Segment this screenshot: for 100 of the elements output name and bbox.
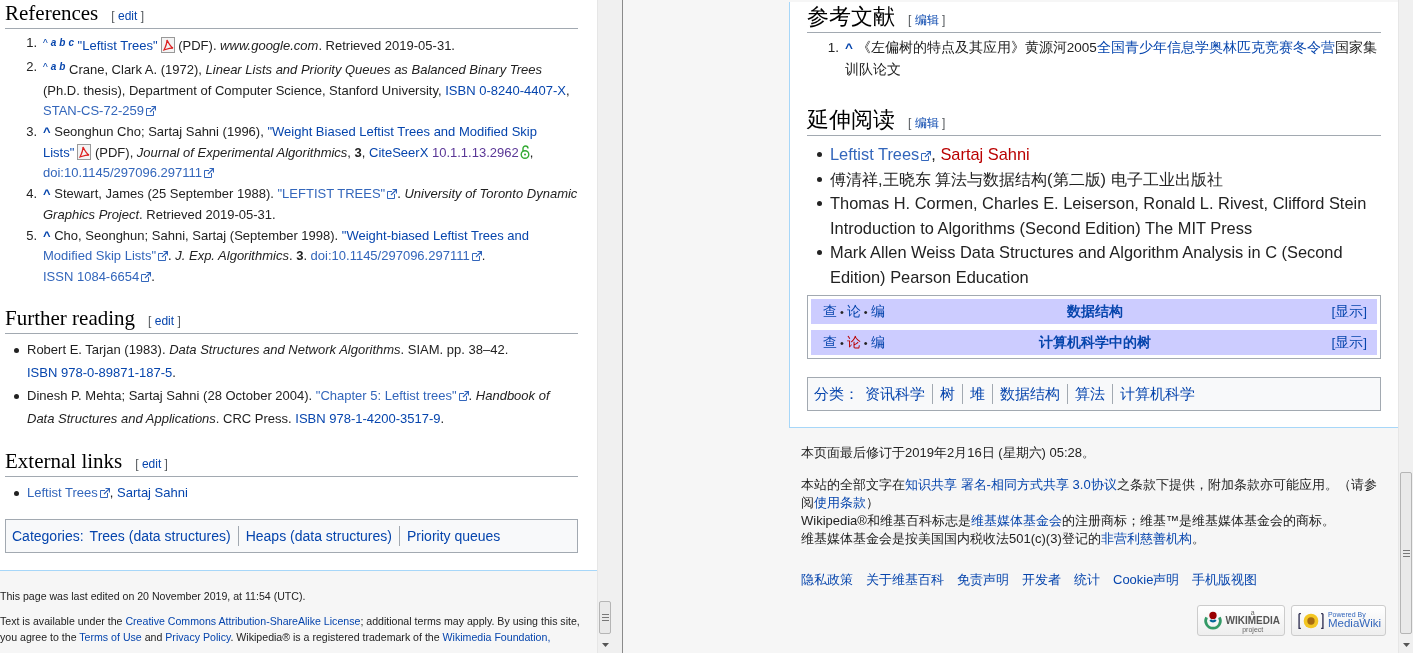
navbar-link[interactable]: 论 (846, 302, 861, 321)
navbar-link[interactable]: 论 (846, 333, 861, 352)
license-text: Text is available under the Creative Commons Attribution-ShareAlike License; additional terms may apply. By using this site, you agree to the Terms of Use and Privacy Policy. Wikipedia® is a registered trademark of the Wikimedia Foundation, (0, 613, 581, 645)
footer-link[interactable]: 手机版视图 (1192, 571, 1258, 589)
splitter-bar[interactable] (612, 0, 623, 653)
category-link[interactable]: Trees (data structures) (89, 525, 238, 546)
backlink-letter[interactable]: b (59, 37, 66, 48)
list-item-text: 傅清祥,王晓东 算法与数据结构(第二版) 电子工业出版社 (830, 168, 1224, 190)
backlink[interactable]: ^ (43, 38, 48, 49)
footer-link[interactable]: 开发者 (1022, 571, 1061, 589)
external-link[interactable]: STAN-CS-72-259 (43, 103, 156, 118)
text-link[interactable]: 10.1.1.13.2962 (431, 144, 519, 160)
navbar-link[interactable]: 查 (823, 302, 837, 321)
external-link[interactable]: Leftist Trees (27, 485, 110, 500)
category-link[interactable]: 算法 (1067, 384, 1112, 404)
backlink[interactable]: ^ (43, 227, 51, 243)
edit-section-link[interactable]: [ edit ] (148, 314, 181, 328)
list-item-text: Leftist Trees , Sartaj Sahni (27, 484, 189, 502)
footer-link[interactable]: 免责声明 (957, 571, 1009, 589)
category-link[interactable]: 计算机科学 (1112, 384, 1202, 404)
text-link[interactable]: "Weight Biased Leftist Trees and Modified Skip (267, 124, 537, 139)
nonprofit-text: 维基媒体基金会是按美国国内税收法501(c)(3)登记的非营利慈善机构。 (801, 530, 1206, 548)
bullet (817, 201, 822, 206)
bullet (14, 491, 19, 496)
separator-dot: • (863, 305, 868, 318)
external-link[interactable]: "Chapter 5: Leftist trees" (315, 388, 469, 403)
backlink[interactable]: ^ (43, 124, 51, 139)
bullet (14, 394, 19, 399)
backlink-letter[interactable]: a (50, 37, 57, 48)
category-link[interactable]: 数据结构 (992, 384, 1067, 404)
scrollbar-thumb[interactable] (599, 601, 611, 634)
backlink-letter[interactable]: a (50, 61, 57, 72)
backlink-letter[interactable]: c (68, 37, 74, 48)
category-link[interactable]: 树 (932, 384, 962, 404)
category-link[interactable]: 资讯科学 (865, 384, 932, 404)
open-lock-icon (519, 144, 530, 159)
missing-page-link[interactable]: Sartaj Sahni (940, 145, 1030, 163)
text-link[interactable]: 知识共享 署名-相同方式共享 3.0协议 (905, 477, 1117, 492)
list-item-text: Robert E. Tarjan (1983). Data Structures and Network Algorithms. SIAM. pp. 38–42. ISBN 978-0-89871-187-5. (27, 341, 510, 382)
show-toggle[interactable]: [显示] (1331, 333, 1367, 352)
external-link[interactable]: "LEFTIST TREES" (277, 186, 398, 201)
list-item-text: Thomas H. Cormen, Charles E. Leiserson, Ronald L. Rivest, Clifford Stein Introduction to Algorithms (Second Edition) The MIT Press (830, 193, 1368, 239)
text-link[interactable]: 维基媒体基金会 (970, 513, 1062, 528)
external-link[interactable]: Leftist Trees (830, 145, 932, 163)
text-link[interactable]: ISBN 978-1-4200-3517-9 (295, 410, 441, 426)
backlink[interactable]: ^ (43, 62, 48, 73)
text-link[interactable]: Lists" (43, 144, 75, 160)
footer-link[interactable]: Cookie声明 (1113, 571, 1180, 589)
badge-text: WIKIMEDIA (1225, 615, 1280, 626)
external-link[interactable]: doi:10.1145/297096.297111 (310, 248, 482, 263)
edit-section-link[interactable]: [ 编辑 ] (908, 115, 946, 132)
separator-dot: • (840, 305, 844, 318)
footer-link[interactable]: 隐私政策 (801, 571, 853, 589)
external-link[interactable]: ISSN 1084-6654 (43, 268, 152, 284)
text-link[interactable]: 非营利慈善机构 (1100, 531, 1192, 546)
footer-link[interactable]: 关于维基百科 (866, 571, 944, 589)
external-link[interactable]: doi:10.1145/297096.297111 (43, 165, 215, 180)
scrollbar-thumb[interactable] (1400, 472, 1412, 634)
text-link[interactable]: 使用条款 (814, 495, 866, 510)
category-link[interactable]: 堆 (962, 384, 992, 404)
text-link[interactable]: ISBN 0-8240-4407-X (445, 82, 566, 98)
navbar-link[interactable]: 查 (823, 333, 837, 352)
badge-text: MediaWiki (1327, 618, 1381, 630)
scrollbar[interactable] (1398, 0, 1413, 653)
text-link[interactable]: 全国青少年信息学奥林匹克竞赛冬令营 (1096, 40, 1335, 55)
backlink-letter[interactable]: b (59, 61, 66, 72)
categories-link[interactable]: 分类： (814, 384, 859, 404)
pdf-icon (160, 37, 175, 53)
backlink[interactable]: ^ (845, 40, 853, 55)
text-link[interactable]: "Weight-biased Leftist Trees and (341, 227, 530, 243)
backlink[interactable]: ^ (43, 186, 51, 201)
last-edited-text: This page was last edited on 20 November 2019, at 11:54 (UTC). (0, 588, 307, 604)
category-link[interactable]: Priority queues (399, 525, 508, 546)
footer-link[interactable]: 统计 (1074, 571, 1100, 589)
scrollbar[interactable] (597, 0, 612, 653)
edit-section-link[interactable]: [ edit ] (111, 9, 144, 23)
navbox-title[interactable]: 计算机科学中的树 (1039, 333, 1151, 352)
text-link[interactable]: Wikimedia Foundation, (442, 630, 551, 643)
edit-section-link[interactable]: [ 编辑 ] (908, 12, 946, 29)
navbar-link[interactable]: 编 (870, 302, 885, 321)
list-number: 2. (25, 58, 38, 76)
external-link-icon (204, 168, 215, 178)
list-number: 1. (826, 39, 840, 57)
show-toggle[interactable]: [显示] (1331, 302, 1367, 321)
text-link[interactable]: Terms of Use (79, 630, 142, 643)
category-link[interactable]: Heaps (data structures) (237, 525, 399, 546)
external-link-icon (99, 488, 110, 498)
trademark-text: Wikipedia®和维基百科标志是维基媒体基金会的注册商标；维基™是维基媒体基金会的商标。 (801, 512, 1336, 530)
navbar-link[interactable]: 编 (870, 333, 885, 352)
edit-section-link[interactable]: [ edit ] (135, 457, 168, 471)
pdf-icon (77, 143, 92, 160)
external-link[interactable]: Modified Skip Lists" (43, 248, 168, 263)
categories-link[interactable]: Categories: (12, 525, 84, 546)
text-link[interactable]: Sartaj Sahni (117, 485, 188, 500)
text-link[interactable]: CiteSeerX (369, 144, 429, 160)
external-link-icon (141, 271, 152, 282)
external-link-icon (145, 106, 156, 116)
navbox-title[interactable]: 数据结构 (1067, 302, 1123, 321)
text-link[interactable]: "Leftist Trees" (77, 38, 158, 53)
reference-text: ^ Cho, Seonghun; Sahni, Sartaj (September 1998). "Weight-biased Leftist Trees and Modified Skip Lists" . J. Exp. Algorithmics. 3. doi:10.1145/297096.297111 . ISSN 1084-6654 . (43, 226, 531, 286)
